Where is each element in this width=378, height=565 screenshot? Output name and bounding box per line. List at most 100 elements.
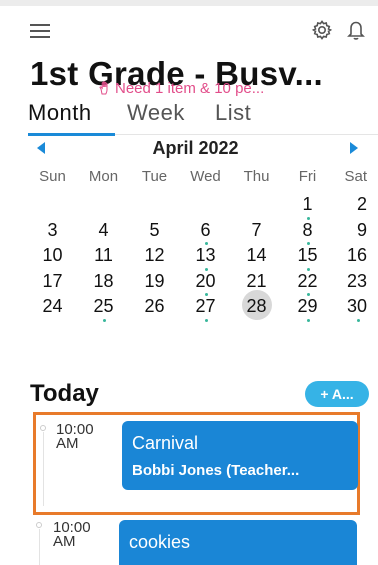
event-title: Carnival — [132, 433, 199, 453]
hand-icon — [98, 81, 112, 95]
calendar-day-number: 23 — [346, 270, 367, 291]
calendar-empty-cell — [27, 192, 78, 218]
event-indicator-dot — [204, 318, 208, 322]
calendar-day[interactable]: 18 — [78, 269, 129, 295]
calendar-day[interactable]: 15 — [282, 243, 333, 271]
weekday-label: Sun — [39, 168, 66, 185]
calendar-day-number: 25 — [93, 296, 114, 316]
calendar-day-number: 16 — [346, 245, 367, 265]
hamburger-icon[interactable] — [30, 24, 50, 40]
calendar-day-number: 5 — [149, 219, 160, 240]
calendar-day-number: 29 — [297, 296, 318, 316]
weekday-label: Thu — [243, 168, 270, 185]
calendar-day[interactable]: 17 — [27, 269, 78, 295]
calendar-empty-cell — [231, 192, 282, 218]
calendar-day-number: 30 — [346, 296, 367, 316]
timeline-dot — [36, 522, 42, 528]
calendar-day-number: 26 — [144, 296, 165, 316]
event-indicator-dot — [306, 318, 310, 322]
calendar-day[interactable]: 23 — [333, 269, 367, 295]
calendar-day-number: 4 — [98, 219, 109, 240]
calendar-day-number: 13 — [195, 245, 216, 265]
calendar-day[interactable]: 26 — [129, 294, 180, 320]
weekday-header-row: Sun Mon Tue Wed Thu Fri Sat — [27, 168, 367, 192]
weekday-label: Fri — [298, 168, 317, 185]
event-needs-link[interactable]: Need 1 item & 10 pe... — [98, 80, 264, 97]
next-month-icon[interactable] — [350, 142, 358, 154]
calendar-day[interactable]: 3 — [27, 218, 78, 244]
calendar-day[interactable]: 1 — [282, 192, 333, 220]
calendar-day-number: 28 — [246, 296, 267, 316]
calendar-day[interactable]: 22 — [282, 269, 333, 296]
calendar-day-number: 15 — [297, 245, 318, 265]
calendar-day[interactable]: 8 — [282, 218, 333, 245]
calendar-day-number: 10 — [42, 245, 63, 265]
calendar-day-number: 11 — [94, 245, 113, 265]
calendar-day[interactable]: 10 — [27, 243, 78, 269]
calendar-day-number: 24 — [42, 296, 63, 316]
calendar-day[interactable]: 7 — [231, 218, 282, 244]
calendar-day[interactable]: 27 — [180, 294, 231, 322]
event-time: 10:00 AM — [56, 422, 94, 452]
view-tabs: Month Week List — [28, 100, 378, 136]
calendar-day-number: 22 — [297, 270, 318, 291]
event-title: cookies — [129, 532, 191, 552]
calendar-day[interactable]: 2 — [333, 192, 367, 218]
calendar-day[interactable]: 13 — [180, 243, 231, 271]
calendar-day[interactable]: 16 — [333, 243, 367, 269]
today-heading: Today — [30, 380, 99, 407]
tab-list[interactable]: List — [215, 100, 251, 126]
calendar-empty-cell — [129, 192, 180, 218]
calendar-day-number: 20 — [195, 270, 216, 291]
calendar-day-number: 9 — [356, 219, 367, 240]
weekday-label: Sat — [344, 168, 367, 185]
add-event-button[interactable]: + A... — [305, 381, 369, 407]
calendar-day-number: 14 — [246, 245, 267, 265]
calendar-day[interactable]: 30 — [333, 294, 367, 322]
calendar-day-number: 3 — [47, 219, 58, 240]
event-time-period: AM — [56, 435, 79, 452]
timeline-line — [39, 529, 40, 565]
calendar-day[interactable]: 6 — [180, 218, 231, 245]
event-time: 10:00 AM — [53, 520, 91, 550]
calendar-day[interactable]: 19 — [129, 269, 180, 295]
calendar-week-row: 3 4 5 6 7 8 9 — [27, 218, 367, 245]
calendar-day[interactable]: 12 — [129, 243, 180, 269]
calendar-empty-cell — [78, 192, 129, 218]
calendar-day[interactable]: 29 — [282, 294, 333, 322]
calendar-day[interactable]: 5 — [129, 218, 180, 244]
calendar-day[interactable]: 11 — [78, 243, 129, 269]
gear-icon[interactable] — [311, 19, 333, 41]
calendar-week-row: 12 — [27, 192, 367, 220]
calendar-day-number: 19 — [144, 270, 165, 291]
calendar-day[interactable]: 14 — [231, 243, 282, 269]
event-card-carnival[interactable]: Carnival Bobbi Jones (Teacher... — [122, 421, 358, 490]
calendar-week-row: 10 11 12 13 14 15 16 — [27, 243, 367, 271]
calendar-empty-cell — [180, 192, 231, 218]
calendar-day-number: 17 — [42, 270, 63, 291]
event-card-cookies[interactable]: cookies — [119, 520, 357, 565]
top-bar — [0, 0, 378, 50]
timeline-line — [43, 432, 44, 506]
calendar-day[interactable]: 28 — [231, 290, 282, 320]
calendar-day[interactable]: 20 — [180, 269, 231, 296]
calendar-grid: Sun Mon Tue Wed Thu Fri Sat 1 2 3 4 5 6 7 8 9 10 11 12 13 1… — [27, 168, 367, 322]
calendar-day[interactable]: 4 — [78, 218, 129, 244]
weekday-label: Tue — [141, 168, 168, 185]
tab-month[interactable]: Month — [28, 100, 92, 126]
calendar-day[interactable]: 25 — [78, 294, 129, 322]
calendar-day[interactable]: 24 — [27, 294, 78, 320]
event-highlight-frame: 10:00 AM Carnival Bobbi Jones (Teacher..… — [33, 412, 360, 515]
calendar-day[interactable]: 9 — [333, 218, 367, 244]
calendar-day-number: 18 — [93, 270, 114, 291]
calendar-week-row: 17 18 19 20 21 22 23 — [27, 269, 367, 296]
calendar-weeks: 1 2 3 4 5 6 7 8 9 10 11 12 13 14 15 16 17 18 19 20 21 22 23 24 2… — [27, 192, 367, 322]
tab-week[interactable]: Week — [127, 100, 185, 126]
calendar-day-number: 1 — [302, 194, 313, 214]
active-tab-indicator — [28, 133, 115, 136]
bell-icon[interactable] — [346, 19, 366, 41]
weekday-label: Mon — [88, 168, 119, 185]
event-time-period: AM — [53, 533, 76, 550]
calendar-day-number: 27 — [195, 296, 216, 316]
event-indicator-dot — [357, 318, 360, 322]
